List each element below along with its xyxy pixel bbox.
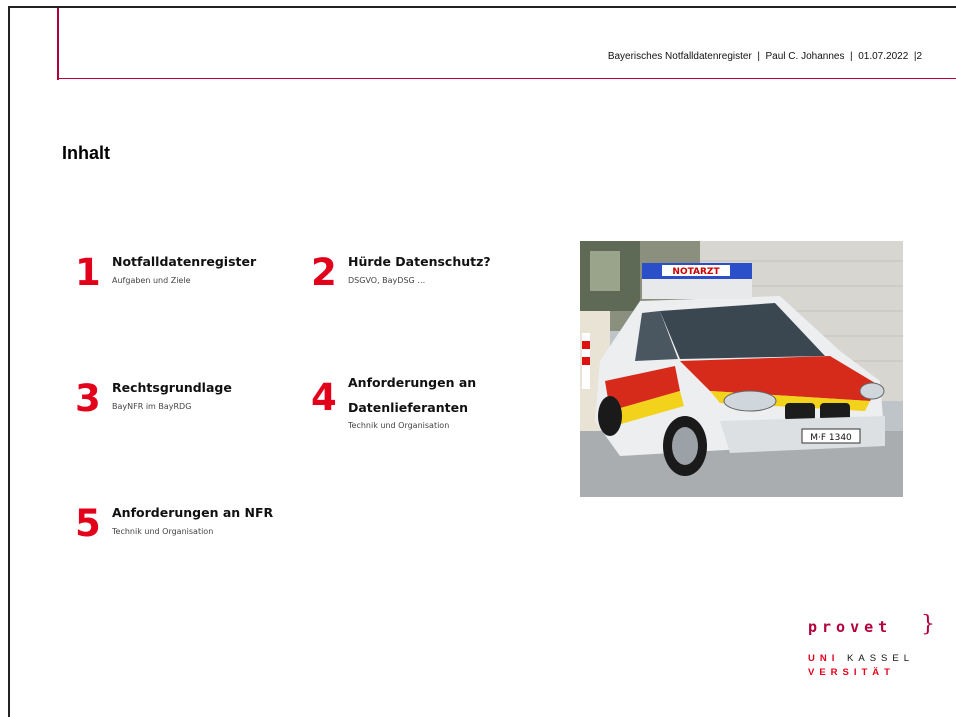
toc-number: 4: [311, 376, 337, 419]
header-accent-line: [57, 8, 59, 80]
toc-heading: Anforderungen an NFR: [112, 505, 274, 520]
uni-kassel-logo: UNI KASSEL VERSITÄT: [808, 653, 914, 678]
toc-subtitle: Aufgaben und Ziele: [112, 276, 191, 285]
toc-subtitle: Technik und Organisation: [348, 421, 450, 430]
header-register: Bayerisches Notfalldatenregister: [607, 51, 752, 62]
license-plate-text: M·F 1340: [810, 433, 852, 443]
toc-heading: Hürde Datenschutz?: [348, 254, 491, 269]
toc-number: 3: [75, 377, 101, 420]
emergency-vehicle-photo: NOTARZT M·F 1340: [580, 241, 903, 497]
slide-title: Inhalt: [62, 143, 110, 163]
header-date: 01.07.2022: [858, 51, 909, 62]
slide-header: Bayerisches Notfalldatenregister | Paul …: [607, 51, 922, 62]
toc-subtitle: BayNFR im BayRDG: [112, 402, 192, 411]
header-author: Paul C. Johannes: [765, 51, 845, 62]
provet-logo: provet: [808, 618, 893, 636]
slide-frame-top: [8, 6, 956, 8]
header-rule: [57, 78, 956, 79]
toc-heading: Anforderungen an: [348, 375, 477, 390]
provet-logo-brace: }: [921, 612, 935, 637]
roof-sign-text: NOTARZT: [672, 267, 720, 277]
toc-number: 1: [75, 251, 101, 294]
toc-heading-line-2: Datenlieferanten: [348, 400, 468, 415]
header-page: 2: [916, 51, 922, 62]
emergency-vehicle-illustration: NOTARZT M·F 1340: [580, 241, 903, 497]
toc-number: 2: [311, 251, 337, 294]
toc-subtitle: Technik und Organisation: [112, 527, 214, 536]
toc-subtitle: DSGVO, BayDSG …: [348, 276, 426, 285]
slide-frame-left: [8, 6, 10, 717]
toc-number: 5: [75, 502, 101, 545]
toc-heading: Notfalldatenregister: [112, 254, 257, 269]
toc-heading: Rechtsgrundlage: [112, 380, 232, 395]
